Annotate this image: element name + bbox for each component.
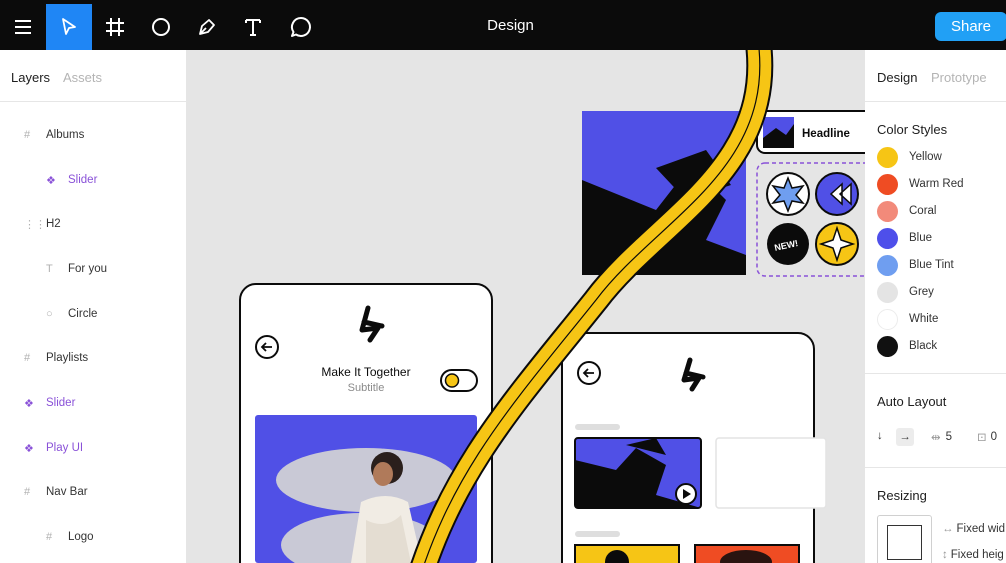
swatch — [877, 308, 898, 330]
artwork-frame[interactable] — [582, 111, 746, 275]
swatch-label: Warm Red — [909, 178, 964, 190]
card-subtitle: Subtitle — [348, 382, 385, 394]
swatch — [877, 146, 898, 168]
left-panel-tabs: Layers Assets — [0, 50, 186, 102]
fixed-height-option[interactable]: ↕ Fixed heig — [942, 549, 1004, 561]
layer-item-logo[interactable]: # Logo — [46, 527, 94, 547]
canvas-artwork: Headline NEW! Make It Together Subtitle — [239, 50, 865, 563]
layer-item-albums[interactable]: # Albums — [24, 125, 84, 145]
fixed-height-label: Fixed heig — [950, 549, 1004, 561]
layer-label: Logo — [68, 531, 94, 543]
tab-design[interactable]: Design — [877, 70, 917, 85]
swatch — [877, 335, 898, 357]
layer-item-slider[interactable]: ❖ Slider — [46, 170, 97, 190]
layer-label: Circle — [68, 308, 98, 320]
tab-prototype[interactable]: Prototype — [931, 70, 987, 85]
swatch-label: Blue — [909, 232, 933, 244]
resizing-preview — [877, 515, 932, 563]
layer-label: Albums — [46, 129, 85, 141]
layer-item-for-you[interactable]: T For you — [46, 259, 107, 279]
dashed-frame-icon: ⋮⋮ — [24, 218, 46, 231]
swatch — [877, 173, 898, 195]
layer-label: For you — [68, 263, 107, 275]
layers-panel: Layers Assets # Albums ❖ Slider ⋮⋮ H2 T … — [0, 50, 186, 563]
swatch-label: Blue Tint — [909, 259, 954, 271]
component-icon: ❖ — [24, 397, 34, 410]
fixed-width-label: Fixed wid — [956, 523, 1006, 535]
layer-item-circle[interactable]: ○ Circle — [46, 304, 97, 324]
color-styles-heading: Color Styles — [877, 122, 948, 137]
swatch — [877, 227, 898, 249]
design-panel: Design Prototype Color Styles Yellow War… — [865, 50, 1006, 563]
swatch — [877, 200, 898, 222]
design-canvas[interactable]: Headline NEW! Make It Together Subtitle — [186, 50, 865, 563]
layer-label: Slider — [68, 174, 98, 186]
layer-label: Playlists — [46, 352, 89, 364]
swatch — [877, 254, 898, 276]
color-styles-section: Color Styles Yellow Warm Red Coral Blue … — [865, 102, 1006, 374]
auto-layout-section: Auto Layout ↓ → ⇹ 5 ⊡ 0 — [865, 374, 1006, 468]
padding-value: 0 — [990, 431, 998, 443]
height-icon: ↕ — [942, 549, 948, 561]
color-style-black[interactable]: Black — [877, 335, 937, 357]
swatch-label: Yellow — [909, 151, 942, 163]
tab-assets[interactable]: Assets — [63, 70, 102, 85]
color-style-white[interactable]: White — [877, 308, 938, 330]
frame-icon: # — [24, 486, 31, 498]
width-icon: ↔ — [942, 523, 954, 535]
headline-label: Headline — [802, 128, 850, 140]
swatch — [877, 281, 898, 303]
swatch-label: Grey — [909, 286, 934, 298]
frame-icon: # — [24, 129, 31, 141]
layer-item-play-ui[interactable]: ❖ Play UI — [24, 438, 83, 458]
direction-down-icon[interactable]: ↓ — [877, 430, 883, 442]
resizing-heading: Resizing — [877, 488, 927, 503]
padding-icon: ⊡ — [977, 432, 987, 444]
swatch-label: White — [909, 313, 939, 325]
color-style-yellow[interactable]: Yellow — [877, 146, 942, 168]
color-style-grey[interactable]: Grey — [877, 281, 934, 303]
tab-layers[interactable]: Layers — [11, 70, 50, 85]
text-icon: T — [46, 263, 53, 275]
padding-field[interactable]: ⊡ 0 — [977, 430, 997, 444]
layer-label: Nav Bar — [46, 486, 88, 498]
swatch-label: Coral — [909, 205, 937, 217]
color-style-warm-red[interactable]: Warm Red — [877, 173, 964, 195]
layer-item-playlists[interactable]: # Playlists — [24, 348, 88, 368]
color-style-blue-tint[interactable]: Blue Tint — [877, 254, 954, 276]
frame-icon: # — [24, 352, 31, 364]
right-panel-tabs: Design Prototype — [865, 50, 1006, 102]
document-title: Design — [487, 17, 534, 34]
ellipse-icon: ○ — [46, 308, 53, 320]
spacing-icon: ⇹ — [931, 432, 941, 444]
icon-grid-component[interactable] — [756, 162, 865, 277]
resizing-section: Resizing ↔ Fixed wid ↕ Fixed heig — [865, 468, 1006, 563]
component-icon: ❖ — [24, 442, 34, 455]
frame-icon: # — [46, 531, 53, 543]
layer-label: Play UI — [46, 442, 84, 454]
layer-item-slider-2[interactable]: ❖ Slider — [24, 393, 75, 413]
share-button[interactable]: Share — [935, 12, 1006, 41]
card-title: Make It Together — [321, 365, 410, 379]
fixed-width-option[interactable]: ↔ Fixed wid — [942, 523, 1005, 535]
component-icon: ❖ — [46, 174, 56, 187]
direction-right-icon[interactable]: → — [896, 428, 914, 446]
color-style-blue[interactable]: Blue — [877, 227, 932, 249]
layer-label: Slider — [46, 397, 76, 409]
layer-item-nav-bar[interactable]: # Nav Bar — [24, 482, 88, 502]
color-style-coral[interactable]: Coral — [877, 200, 936, 222]
auto-layout-heading: Auto Layout — [877, 394, 947, 409]
spacing-value: 5 — [945, 431, 953, 443]
phone-card-2[interactable] — [561, 332, 827, 563]
toolbar: Design Share — [0, 0, 1006, 50]
layer-item-h2[interactable]: ⋮⋮ H2 — [24, 214, 61, 234]
layer-label: H2 — [46, 218, 61, 230]
spacing-field[interactable]: ⇹ 5 — [931, 430, 952, 444]
swatch-label: Black — [909, 340, 938, 352]
